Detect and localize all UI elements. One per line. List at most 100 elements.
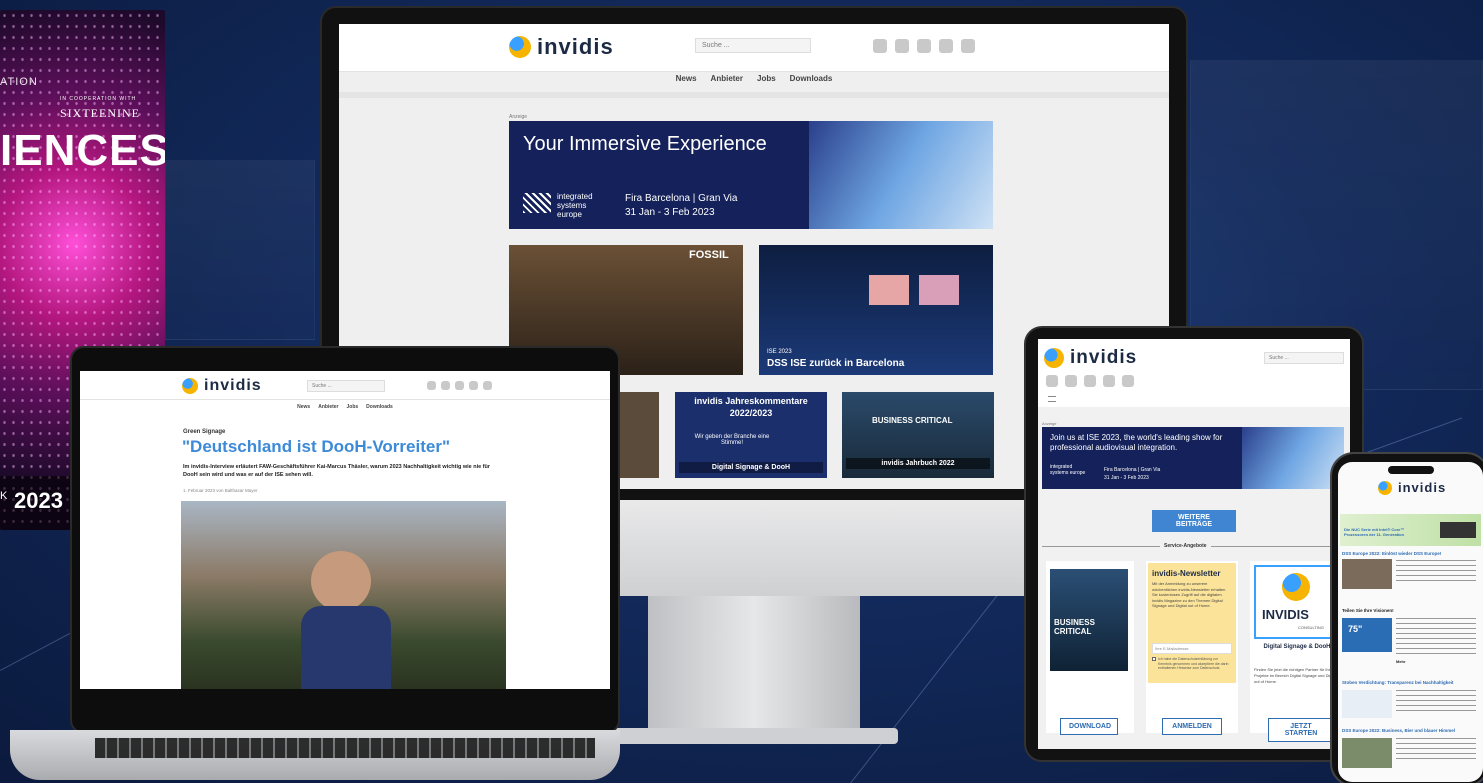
consulting-title: Digital Signage & DooH (1263, 644, 1331, 650)
laptop-website: invidis Suche ... News Anbieter Jobs Dow… (80, 371, 610, 689)
book-cover[interactable]: BUSINESS CRITICAL (1050, 569, 1128, 671)
twitter-icon[interactable] (427, 381, 436, 390)
book-service-card: BUSINESS CRITICAL DOWNLOAD (1046, 561, 1134, 735)
instagram-icon[interactable] (455, 381, 464, 390)
ad-brand: integrated systems europe (557, 192, 593, 219)
ad-dates: 31 Jan - 3 Feb 2023 (625, 207, 715, 218)
ad-headline: Your Immersive Experience (523, 133, 767, 155)
newsletter-text: Mit der Anmeldung zu unserem wöchentlich… (1152, 581, 1226, 609)
tablet-social-links (1046, 375, 1134, 387)
phone-ad-text: Die NUC Serie mit Intel® Core™ Prozessor… (1344, 527, 1405, 537)
twitter-icon[interactable] (873, 39, 887, 53)
article-headline: "Deutschland ist DooH-Vorreiter" (182, 437, 451, 456)
phone-news-title[interactable]: Teilen Sie Ihre Visionen! (1342, 608, 1479, 613)
yearbook-card[interactable]: BUSINESS CRITICAL invidis Jahrbuch 2022 (842, 392, 994, 478)
desktop-logo[interactable]: invidis (509, 34, 614, 60)
book-title: BUSINESS CRITICAL (1054, 618, 1095, 636)
laptop-keyboard (95, 738, 595, 758)
poster-year: 2023 (14, 488, 63, 513)
consulting-logo-sub: CONSULTING (1298, 625, 1324, 630)
consulting-logo-box: INVIDIS CONSULTING (1254, 565, 1336, 639)
nav-anbieter[interactable]: Anbieter (711, 74, 743, 83)
instagram-icon[interactable] (917, 39, 931, 53)
nav-jobs[interactable]: Jobs (347, 404, 359, 410)
tablet-logo[interactable]: invidis (1044, 347, 1137, 369)
phone-news-thumb[interactable]: 75" (1342, 618, 1392, 652)
nav-downloads[interactable]: Downloads (790, 74, 833, 83)
newsletter-card: invidis-Newsletter Mit der Anmeldung zu … (1146, 561, 1238, 735)
nav-news[interactable]: News (676, 74, 697, 83)
nav-divider (339, 92, 1169, 98)
youtube-icon[interactable] (469, 381, 478, 390)
invidis-logo-icon (509, 36, 531, 58)
linkedin-icon[interactable] (1122, 375, 1134, 387)
phone-news-thumb[interactable] (1342, 559, 1392, 589)
newsletter-email-input[interactable]: Ihre E-Mailadresse (1152, 643, 1232, 654)
phone-notch (1388, 466, 1434, 474)
imac-foot (610, 728, 898, 744)
download-button[interactable]: DOWNLOAD (1060, 718, 1118, 735)
facebook-icon[interactable] (441, 381, 450, 390)
nav-downloads[interactable]: Downloads (366, 404, 393, 410)
ise-ad-banner[interactable]: Your Immersive Experience integrated sys… (509, 121, 993, 229)
consent-checkbox[interactable] (1152, 657, 1156, 661)
youtube-icon[interactable] (1103, 375, 1115, 387)
yearly-comments-card[interactable]: invidis Jahreskommentare 2022/2023 Wir g… (675, 392, 827, 478)
desktop-header: invidis Suche ... (339, 24, 1169, 72)
stage-screen (919, 275, 959, 305)
newsletter-title: invidis-Newsletter (1152, 569, 1221, 578)
phone-news-title[interactable]: DSS Europe 2022: Business, Bier und blau… (1342, 728, 1479, 733)
tablet-website: invidis Suche ... Anzeige Join us at ISE… (1038, 339, 1350, 749)
tablet-ise-ad[interactable]: Join us at ISE 2023, the world's leading… (1042, 427, 1344, 489)
facebook-icon[interactable] (895, 39, 909, 53)
nav-news[interactable]: News (297, 404, 310, 410)
linkedin-icon[interactable] (483, 381, 492, 390)
phone-ad-banner[interactable]: Die NUC Serie mit Intel® Core™ Prozessor… (1340, 514, 1481, 546)
tablet-search-input[interactable]: Suche ... (1264, 352, 1344, 364)
phone-more-link[interactable]: Mehr (1396, 659, 1406, 664)
laptop-search-input[interactable]: Suche ... (307, 380, 385, 392)
more-posts-button[interactable]: WEITERE BEITRÄGE (1152, 510, 1236, 532)
youtube-icon[interactable] (939, 39, 953, 53)
phone-logo[interactable]: invidis (1378, 480, 1446, 495)
article-lead: Im invidis-Interview erläutert FAW-Gesch… (183, 464, 491, 479)
invidis-logo-icon (1378, 480, 1392, 495)
card-kicker: ISE 2023 (767, 349, 792, 355)
linkedin-icon[interactable] (961, 39, 975, 53)
news-card-dss-ise[interactable]: ISE 2023 DSS ISE zurück in Barcelona (759, 245, 993, 375)
phone-news-title[interactable]: Stoben Verdichtung: Transparenz bei Nach… (1342, 680, 1479, 685)
article-byline: 1. Februar 2023 von Balthasar Mayer (183, 488, 258, 493)
yearly-comments-text: Wir geben der Branche eine Stimme! (694, 434, 770, 446)
yearly-comments-title: invidis Jahreskommentare 2022/2023 (694, 396, 808, 418)
nav-anbieter[interactable]: Anbieter (318, 404, 338, 410)
hamburger-menu-icon[interactable] (1048, 396, 1056, 402)
start-now-button[interactable]: JETZT STARTEN (1268, 718, 1334, 742)
instagram-icon[interactable] (1084, 375, 1096, 387)
store-sign: FOSSIL (689, 249, 729, 261)
phone-news-thumb[interactable] (1342, 690, 1392, 718)
consulting-text: Finden Sie jetzt die richtigen Partner f… (1254, 667, 1337, 684)
subscribe-button[interactable]: ANMELDEN (1162, 718, 1222, 735)
phone-news-thumb[interactable] (1342, 738, 1392, 768)
facebook-icon[interactable] (1065, 375, 1077, 387)
laptop-logo[interactable]: invidis (182, 377, 262, 395)
desktop-search-input[interactable]: Suche ... (695, 38, 811, 53)
social-links (873, 39, 975, 53)
ad-dates: 31 Jan - 3 Feb 2023 (1104, 475, 1149, 481)
bg-line (850, 578, 1011, 783)
article-hero-image (181, 501, 506, 689)
person-body (301, 606, 391, 689)
phone-news-text (1396, 560, 1476, 584)
phone-news-title[interactable]: DSS Europe 2022: Einlöst wieder DSS Euro… (1342, 551, 1479, 556)
logo-text: invidis (537, 34, 614, 59)
poster-title: IENCES (0, 126, 165, 175)
news-card-partial[interactable] (619, 392, 659, 478)
logo-text: invidis (1070, 347, 1138, 368)
ad-label: Anzeige (509, 114, 528, 120)
nuc-device-image (1440, 522, 1476, 538)
nav-jobs[interactable]: Jobs (757, 74, 776, 83)
phone-website: invidis Die NUC Serie mit Intel® Core™ P… (1338, 462, 1483, 782)
logo-text: invidis (204, 377, 262, 394)
twitter-icon[interactable] (1046, 375, 1058, 387)
ad-image (809, 121, 993, 229)
